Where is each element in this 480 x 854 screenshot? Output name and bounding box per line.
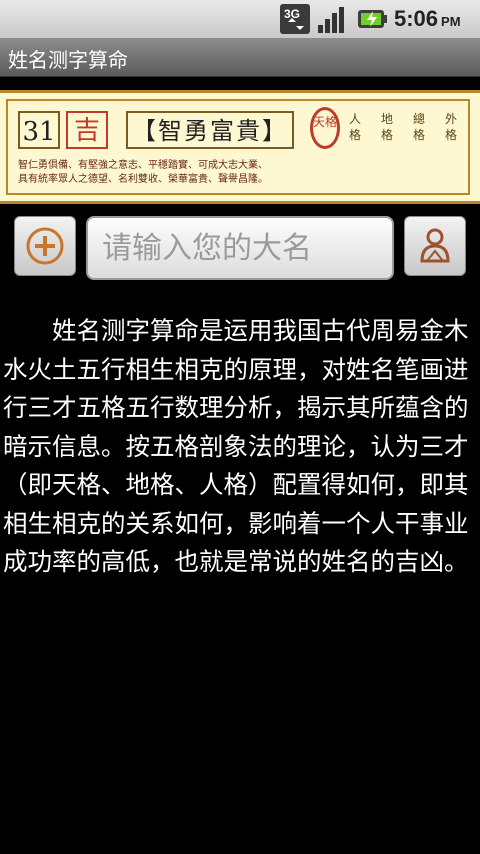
fortune-motto: 【智勇富貴】 (126, 111, 294, 149)
fortune-text-line-2: 具有統率眾人之德望、名利雙收、榮華富貴、聲譽昌隆。 (18, 174, 268, 185)
3g-data-icon: 3G (280, 4, 310, 34)
fortune-description: 智仁勇俱備、有堅強之意志、平穩踏實、可成大志大業、 具有統率眾人之德望、名利雙收… (18, 159, 458, 187)
tian-ge-circle: 天格 (310, 107, 340, 149)
signal-strength-icon (318, 7, 344, 33)
stroke-number: 31 (18, 111, 60, 149)
status-clock: 5:06 PM (394, 6, 461, 32)
time-text: 5:06 (394, 6, 439, 31)
ge-label-ren: 人格 (348, 112, 361, 142)
status-bar: 3G 5:06 PM (0, 0, 480, 38)
time-ampm: PM (441, 14, 461, 29)
add-button[interactable] (14, 216, 76, 276)
ge-label-di: 地格 (380, 112, 393, 142)
app-description: 姓名测字算命是运用我国古代周易金木水火土五行相生相克的原理，对姓名笔画进行三才五… (3, 316, 469, 576)
name-input[interactable] (86, 216, 394, 280)
plus-circle-icon (26, 227, 64, 265)
ge-label-wai: 外格 (444, 112, 457, 142)
ge-labels: 人格 地格 總格 外格 (344, 111, 464, 149)
app-title-bar: 姓名测字算命 (0, 38, 480, 77)
fortune-text-line-1: 智仁勇俱備、有堅強之意志、平穩踏實、可成大志大業、 (18, 160, 268, 171)
banner-frame: 31 吉 【智勇富貴】 天格 人格 地格 總格 外格 智仁勇俱備、有堅強之意志、… (6, 99, 470, 195)
ge-label-zong: 總格 (412, 112, 425, 142)
battery-charging-icon (358, 10, 387, 28)
fortune-badge: 吉 (66, 111, 108, 149)
profile-button[interactable] (404, 216, 466, 276)
app-title: 姓名测字算命 (8, 48, 128, 72)
fortune-banner: 31 吉 【智勇富貴】 天格 人格 地格 總格 外格 智仁勇俱備、有堅強之意志、… (0, 90, 480, 204)
person-icon (420, 228, 450, 263)
